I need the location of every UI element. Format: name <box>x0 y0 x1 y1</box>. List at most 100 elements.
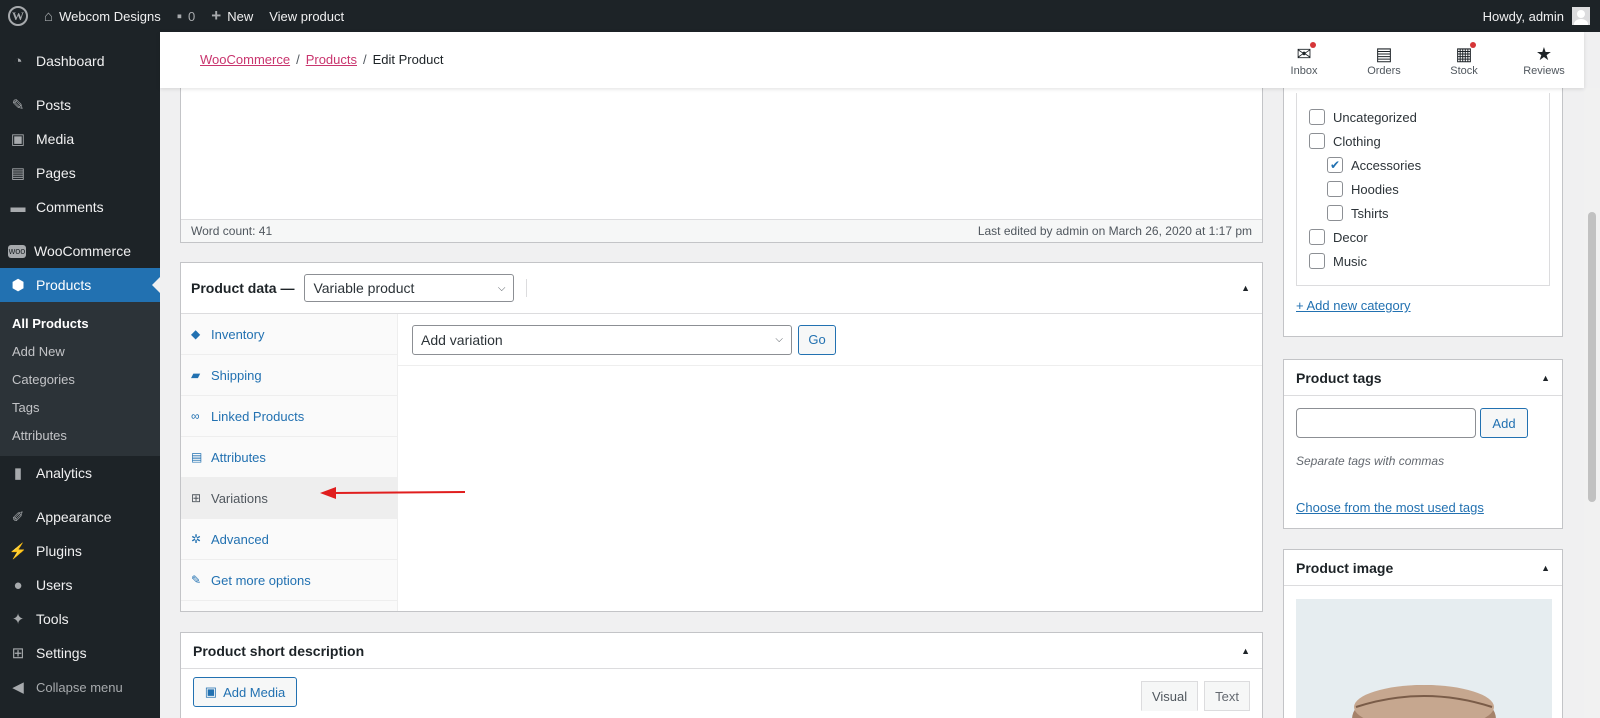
collapse-toggle-icon[interactable]: ▲ <box>1241 283 1250 293</box>
collapse-toggle-icon[interactable]: ▲ <box>1241 646 1250 656</box>
menu-pages[interactable]: ▤ Pages <box>0 156 160 190</box>
new-label: New <box>227 8 254 24</box>
category-music[interactable]: Music <box>1297 249 1549 273</box>
submenu-add-new[interactable]: Add New <box>0 337 160 365</box>
divider <box>526 279 528 297</box>
menu-media[interactable]: ▣ Media <box>0 122 160 156</box>
page-scrollbar[interactable] <box>1584 88 1600 718</box>
category-label: Music <box>1333 253 1367 269</box>
collapse-toggle-icon[interactable]: ▲ <box>1541 373 1550 383</box>
category-accessories[interactable]: ✔ Accessories <box>1297 153 1549 177</box>
bar-chart-icon: ▮ <box>13 465 23 482</box>
checkbox[interactable] <box>1327 205 1343 221</box>
tag-icon: ◆ <box>191 327 201 341</box>
howdy-label: Howdy, admin <box>1482 8 1564 24</box>
wordpress-logo-icon[interactable]: W <box>0 0 36 32</box>
new-content-link[interactable]: + New <box>203 0 261 32</box>
checkbox[interactable] <box>1309 133 1325 149</box>
menu-users[interactable]: ● Users <box>0 568 160 602</box>
add-media-button[interactable]: ▣ Add Media <box>193 677 297 707</box>
tab-shipping[interactable]: ▰ Shipping <box>181 355 397 396</box>
tab-attributes[interactable]: ▤ Attributes <box>181 437 397 478</box>
submenu-tags[interactable]: Tags <box>0 393 160 421</box>
tab-label: Shipping <box>211 367 262 383</box>
variation-action-select[interactable]: Add variation ⌵ <box>412 324 792 355</box>
activity-orders[interactable]: ▤ Orders <box>1344 32 1424 88</box>
category-hoodies[interactable]: Hoodies <box>1297 177 1549 201</box>
menu-label: Media <box>36 131 75 147</box>
tab-visual[interactable]: Visual <box>1140 681 1199 711</box>
checkbox-checked[interactable]: ✔ <box>1327 157 1343 173</box>
menu-plugins[interactable]: ⚡ Plugins <box>0 534 160 568</box>
site-name-link[interactable]: ⌂ Webcom Designs <box>36 0 169 32</box>
tag-input[interactable] <box>1296 408 1476 438</box>
activity-inbox[interactable]: ✉ Inbox <box>1264 32 1344 88</box>
submenu-all-products[interactable]: All Products <box>0 309 160 337</box>
product-image-box: Product image ▲ <box>1283 549 1563 718</box>
notification-dot <box>1470 42 1476 48</box>
category-uncategorized[interactable]: Uncategorized <box>1297 105 1549 129</box>
menu-analytics[interactable]: ▮ Analytics <box>0 456 160 490</box>
menu-label: Analytics <box>36 465 93 481</box>
gear-icon: ✲ <box>191 532 202 546</box>
editor-content-area[interactable] <box>181 88 1262 195</box>
category-clothing[interactable]: Clothing <box>1297 129 1549 153</box>
product-type-value: Variable product <box>313 280 415 296</box>
breadcrumb-woocommerce[interactable]: WooCommerce <box>200 52 290 67</box>
menu-products[interactable]: ⬢ Products <box>0 268 160 302</box>
most-used-tags-link[interactable]: Choose from the most used tags <box>1296 500 1484 515</box>
go-button[interactable]: Go <box>798 324 836 355</box>
chevron-down-icon: ⌵ <box>497 282 506 294</box>
category-label: Tshirts <box>1351 205 1389 221</box>
checkbox[interactable] <box>1309 253 1325 269</box>
menu-posts[interactable]: ✎ Posts <box>0 88 160 122</box>
wrench-icon: ✦ <box>11 611 25 628</box>
category-tshirts[interactable]: Tshirts <box>1297 201 1549 225</box>
breadcrumb-separator: / <box>363 52 367 67</box>
menu-dashboard[interactable]: ◔ Dashboard <box>0 44 160 78</box>
tab-get-more-options[interactable]: ✎ Get more options <box>181 560 397 601</box>
breadcrumb-products[interactable]: Products <box>306 52 357 67</box>
checkbox[interactable] <box>1327 181 1343 197</box>
category-decor[interactable]: Decor <box>1297 225 1549 249</box>
comments-link[interactable]: ▪ 0 <box>169 0 204 32</box>
product-type-select[interactable]: Variable product ⌵ <box>304 274 515 302</box>
add-new-category-link[interactable]: + Add new category <box>1296 298 1411 313</box>
activity-reviews[interactable]: ★ Reviews <box>1504 32 1584 88</box>
menu-label: Settings <box>36 645 87 661</box>
avatar <box>1572 7 1590 25</box>
add-tag-button[interactable]: Add <box>1480 408 1528 438</box>
tab-inventory[interactable]: ◆ Inventory <box>181 314 397 355</box>
category-label: Hoodies <box>1351 181 1399 197</box>
submenu-attributes[interactable]: Attributes <box>0 421 160 449</box>
menu-appearance[interactable]: ✐ Appearance <box>0 500 160 534</box>
tab-text[interactable]: Text <box>1204 681 1250 711</box>
menu-tools[interactable]: ✦ Tools <box>0 602 160 636</box>
comment-icon: ▪ <box>176 7 183 25</box>
product-image-thumbnail[interactable] <box>1296 599 1552 718</box>
menu-label: Products <box>36 277 92 293</box>
submenu-categories[interactable]: Categories <box>0 365 160 393</box>
view-product-link[interactable]: View product <box>261 0 352 32</box>
editor-status-bar: Word count: 41 Last edited by admin on M… <box>181 219 1262 242</box>
collapse-toggle-icon[interactable]: ▲ <box>1541 563 1550 573</box>
activity-stock[interactable]: ▦ Stock <box>1424 32 1504 88</box>
link-icon: ∞ <box>191 409 200 423</box>
tab-label: Get more options <box>211 572 311 588</box>
plus-icon: + <box>211 6 222 25</box>
woocommerce-icon: woo <box>8 244 26 258</box>
menu-woocommerce[interactable]: woo WooCommerce <box>0 234 160 268</box>
menu-comments[interactable]: ▬ Comments <box>0 190 160 224</box>
dashboard-icon: ◔ <box>13 52 23 70</box>
scrollbar-thumb[interactable] <box>1588 212 1596 502</box>
beanie-image <box>1352 685 1496 718</box>
checkbox[interactable] <box>1309 109 1325 125</box>
tab-linked-products[interactable]: ∞ Linked Products <box>181 396 397 437</box>
menu-label: Appearance <box>36 509 112 525</box>
menu-settings[interactable]: ⊞ Settings <box>0 636 160 670</box>
category-label: Accessories <box>1351 157 1422 173</box>
checkbox[interactable] <box>1309 229 1325 245</box>
collapse-menu-button[interactable]: ◀ Collapse menu <box>0 670 160 704</box>
tab-advanced[interactable]: ✲ Advanced <box>181 519 397 560</box>
account-menu[interactable]: Howdy, admin <box>1475 0 1600 32</box>
